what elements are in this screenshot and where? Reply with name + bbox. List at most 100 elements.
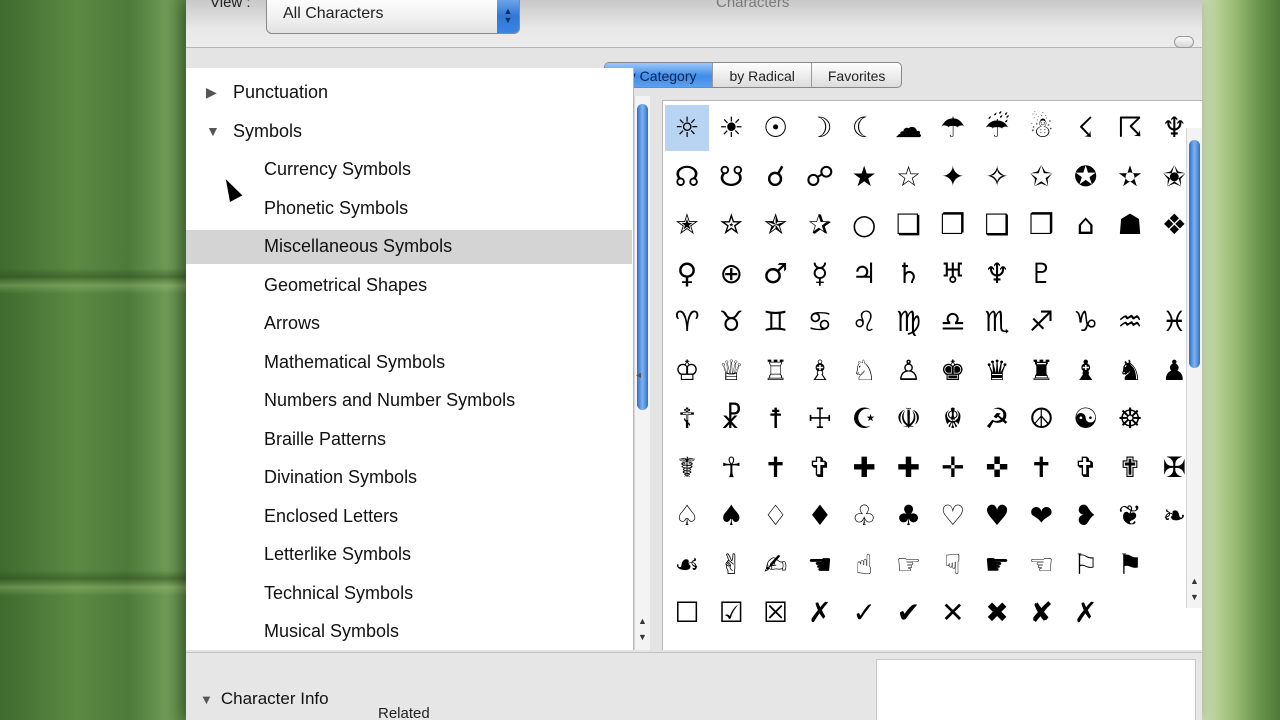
character-cell[interactable]: ☨ (754, 396, 798, 442)
sidebar-item[interactable]: Technical Symbols (186, 577, 632, 611)
character-cell[interactable]: ✍ (754, 542, 798, 588)
character-cell[interactable]: ✝ (1019, 445, 1063, 491)
scroll-up-arrow-icon[interactable]: ▲ (638, 616, 647, 626)
sidebar-item[interactable]: Divination Symbols (186, 461, 632, 495)
character-cell[interactable]: ♤ (665, 493, 709, 539)
sidebar-item[interactable]: Arrows (186, 307, 632, 341)
sidebar-item[interactable]: Miscellaneous Symbols (186, 230, 632, 264)
character-cell[interactable]: ✜ (975, 445, 1019, 491)
character-cell[interactable]: ♡ (931, 493, 975, 539)
character-cell[interactable]: ✗ (798, 590, 842, 636)
sidebar-item[interactable]: Enclosed Letters (186, 500, 632, 534)
sidebar-item[interactable]: Musical Symbols (186, 615, 632, 649)
character-cell[interactable]: ♙ (887, 348, 931, 394)
sidebar-item[interactable]: Letterlike Symbols (186, 538, 632, 572)
character-cell[interactable]: ♒ (1108, 299, 1152, 345)
toolbar-toggle-button[interactable] (1174, 36, 1194, 48)
character-cell[interactable]: ⊕ (709, 251, 753, 297)
character-cell[interactable]: ☮ (1019, 396, 1063, 442)
sidebar-item[interactable]: Geometrical Shapes (186, 269, 632, 303)
character-cell[interactable]: ☽ (798, 105, 842, 151)
character-cell[interactable]: ✚ (887, 445, 931, 491)
character-cell[interactable]: ⌂ (1064, 202, 1108, 248)
character-cell[interactable]: ♉ (709, 299, 753, 345)
character-cell[interactable]: ❦ (1108, 493, 1152, 539)
character-cell[interactable]: ☍ (798, 154, 842, 200)
character-cell[interactable]: ☇ (1064, 105, 1108, 151)
character-cell[interactable]: ♦ (798, 493, 842, 539)
character-cell[interactable]: ♄ (887, 251, 931, 297)
splitter-handle-icon[interactable]: ◂ (636, 370, 641, 381)
character-cell[interactable]: ☊ (665, 154, 709, 200)
character-cell[interactable]: ☉ (754, 105, 798, 151)
character-cell[interactable]: ☔ (975, 105, 1019, 151)
character-cell[interactable]: ♗ (798, 348, 842, 394)
character-cell[interactable]: ♅ (931, 251, 975, 297)
grid-scroll-thumb[interactable] (1189, 140, 1200, 368)
character-cell[interactable]: ❐ (931, 202, 975, 248)
character-cell[interactable]: ❥ (1064, 493, 1108, 539)
character-cell[interactable]: ✔ (887, 590, 931, 636)
character-cell[interactable]: ☋ (709, 154, 753, 200)
character-cell[interactable]: ★ (842, 154, 886, 200)
character-cell[interactable]: ✮ (709, 202, 753, 248)
character-cell[interactable]: ☯ (1064, 396, 1108, 442)
character-cell[interactable]: ☫ (887, 396, 931, 442)
sidebar-item[interactable]: Currency Symbols (186, 153, 632, 187)
sidebar-scroll-thumb[interactable] (637, 104, 648, 410)
scroll-down-arrow-icon[interactable]: ▼ (638, 632, 647, 642)
character-cell[interactable]: ☁ (887, 105, 931, 151)
character-cell[interactable]: ☥ (709, 445, 753, 491)
character-cell[interactable]: ♏ (975, 299, 1019, 345)
character-cell[interactable]: ☭ (975, 396, 1019, 442)
character-cell[interactable]: ✘ (1019, 590, 1063, 636)
character-cell[interactable]: ♌ (842, 299, 886, 345)
character-cell[interactable]: ☤ (665, 445, 709, 491)
sidebar-item[interactable]: ▼ Symbols (186, 115, 632, 149)
character-cell[interactable]: ❒ (1019, 202, 1063, 248)
character-cell[interactable]: ✝ (754, 445, 798, 491)
character-cell[interactable]: ♝ (1064, 348, 1108, 394)
character-info-toggle[interactable]: ▼ Character Info (200, 689, 329, 709)
character-cell[interactable]: ✭ (665, 202, 709, 248)
character-cell[interactable]: ☼ (665, 105, 709, 151)
character-cell[interactable]: ✓ (842, 590, 886, 636)
character-cell[interactable]: ♢ (754, 493, 798, 539)
character-cell[interactable]: ♥ (975, 493, 1019, 539)
character-cell[interactable]: ♠ (709, 493, 753, 539)
sidebar-item[interactable]: Mathematical Symbols (186, 346, 632, 380)
character-cell[interactable]: ☩ (798, 396, 842, 442)
character-cell[interactable]: ♇ (1019, 251, 1063, 297)
grid-scrollbar[interactable]: ▲ ▼ (1186, 128, 1202, 608)
character-cell[interactable]: ☬ (931, 396, 975, 442)
character-cell[interactable]: ✚ (842, 445, 886, 491)
scroll-up-arrow-icon[interactable]: ▲ (1190, 576, 1199, 586)
character-cell[interactable]: ✖ (975, 590, 1019, 636)
character-cell[interactable]: ☦ (665, 396, 709, 442)
character-cell[interactable]: ☞ (887, 542, 931, 588)
character-cell[interactable]: ☪ (842, 396, 886, 442)
character-cell[interactable]: ♖ (754, 348, 798, 394)
character-cell[interactable]: ☚ (798, 542, 842, 588)
character-cell[interactable]: ✫ (1108, 154, 1152, 200)
character-cell[interactable]: ☜ (1019, 542, 1063, 588)
character-cell[interactable]: ♜ (1019, 348, 1063, 394)
character-cell[interactable]: ✗ (1064, 590, 1108, 636)
character-cell[interactable]: ❑ (975, 202, 1019, 248)
character-cell[interactable]: ❏ (887, 202, 931, 248)
character-cell[interactable]: ❤ (1019, 493, 1063, 539)
character-cell[interactable]: ☀ (709, 105, 753, 151)
character-cell[interactable]: ☌ (754, 154, 798, 200)
disclosure-triangle-down-icon[interactable]: ▼ (206, 123, 220, 139)
character-cell[interactable]: ☸ (1108, 396, 1152, 442)
character-cell[interactable]: ♑ (1064, 299, 1108, 345)
character-cell[interactable]: ✪ (1064, 154, 1108, 200)
character-cell[interactable]: ♔ (665, 348, 709, 394)
sidebar-item[interactable]: Braille Patterns (186, 423, 632, 457)
character-cell[interactable]: ♐ (1019, 299, 1063, 345)
character-cell[interactable]: ☃ (1019, 105, 1063, 151)
tab-favorites[interactable]: Favorites (812, 63, 902, 87)
character-cell[interactable]: ✰ (798, 202, 842, 248)
character-cell[interactable]: ✞ (798, 445, 842, 491)
character-cell[interactable]: ♆ (975, 251, 1019, 297)
